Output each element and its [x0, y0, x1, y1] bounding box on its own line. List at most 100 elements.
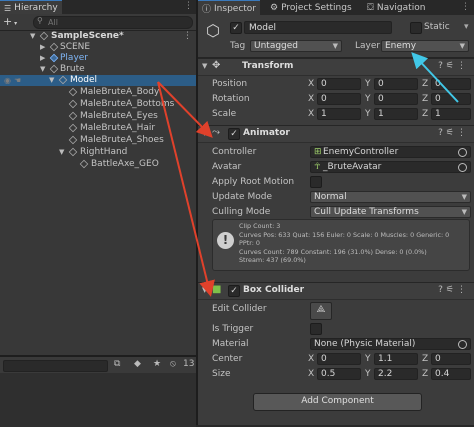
edit-collider-button[interactable]: ⟁	[310, 302, 332, 320]
tree-row-player[interactable]: ▶ Player	[0, 53, 196, 64]
favorite-star-icon[interactable]: ★	[153, 359, 161, 369]
inspector-menu-icon[interactable]: ⋮	[461, 2, 470, 12]
filter-label-icon[interactable]: ◆	[134, 359, 141, 369]
object-name-field[interactable]: Model	[244, 21, 392, 34]
scene-icon	[39, 31, 49, 41]
position-label: Position	[212, 79, 248, 89]
gameobject-cube-icon: ⬡	[206, 21, 220, 40]
expand-arrow-icon[interactable]: ▼	[59, 147, 64, 158]
scene-menu-icon[interactable]: ⋮	[183, 31, 192, 42]
object-picker-icon[interactable]	[458, 340, 467, 349]
edit-bounds-icon: ⟁	[316, 304, 326, 315]
size-x-field[interactable]: 0.5	[317, 368, 361, 380]
tab-project-settings[interactable]: ⚙ Project Settings	[270, 0, 352, 15]
tree-row-label: MaleBruteA_Bottoms	[80, 99, 175, 109]
tree-row-eyes[interactable]: MaleBruteA_Eyes	[0, 111, 196, 122]
animator-enabled-checkbox[interactable]: ✓	[228, 128, 240, 140]
object-picker-icon[interactable]	[458, 148, 467, 157]
tab-navigation[interactable]: ⛋ Navigation	[367, 0, 425, 15]
rotation-x-field[interactable]: 0	[317, 93, 361, 105]
hierarchy-tab[interactable]: ☰ Hierarchy	[0, 0, 62, 15]
tree-row-label: MaleBruteA_Hair	[80, 123, 156, 133]
component-header-icons[interactable]: ?⚟⋮	[438, 128, 469, 138]
center-x-field[interactable]: 0	[317, 353, 361, 365]
project-search-input[interactable]	[3, 360, 108, 372]
tree-row-label: Model	[70, 75, 98, 85]
tree-row-righthand[interactable]: ▼ RightHand	[0, 147, 196, 158]
scale-label: Scale	[212, 109, 237, 119]
active-checkbox[interactable]: ✓	[230, 22, 242, 34]
scale-z-field[interactable]: 1	[431, 108, 471, 120]
material-label: Material	[212, 339, 249, 349]
filter-type-icon[interactable]: ⧉	[114, 359, 120, 369]
hidden-eye-icon[interactable]: ⦸	[170, 359, 176, 369]
update-mode-dropdown[interactable]: Normal ▼	[310, 191, 471, 203]
tab-inspector[interactable]: ⓘ Inspector	[198, 0, 260, 16]
material-field[interactable]: None (Physic Material)	[310, 338, 471, 350]
component-header-icons[interactable]: ?⚟⋮	[438, 285, 469, 295]
avatar-field[interactable]: ☥ _BruteAvatar	[310, 161, 471, 173]
position-z-field[interactable]: 0	[431, 78, 471, 90]
gameobject-icon	[49, 64, 59, 74]
gameobject-icon	[68, 135, 78, 145]
controller-field[interactable]: ⊞ EnemyController	[310, 146, 471, 158]
layer-dropdown[interactable]: Enemy ▼	[381, 40, 469, 52]
expand-arrow-icon[interactable]: ▼	[49, 75, 54, 86]
tree-row-shoes[interactable]: MaleBruteA_Shoes	[0, 135, 196, 146]
box-collider-enabled-checkbox[interactable]: ✓	[228, 285, 240, 297]
root-motion-label: Apply Root Motion	[212, 177, 295, 187]
pick-hand-icon[interactable]: ☚	[14, 75, 21, 86]
add-component-button[interactable]: Add Component	[253, 393, 422, 411]
visibility-eye-icon[interactable]: ◉	[4, 75, 11, 86]
expand-arrow-icon[interactable]: ▼	[40, 64, 45, 75]
search-input[interactable]	[48, 17, 188, 28]
size-y-field[interactable]: 2.2	[374, 368, 418, 380]
tree-row-battleaxe[interactable]: BattleAxe_GEO	[0, 159, 196, 170]
animator-header[interactable]: ▼ ⤳ ✓ Animator ?⚟⋮	[198, 125, 474, 143]
tree-row-body[interactable]: MaleBruteA_Body	[0, 87, 196, 98]
tree-row-model[interactable]: ◉ ☚ ▼ Model	[0, 75, 196, 86]
hierarchy-toolbar: + ▾ ⚲	[0, 14, 196, 31]
is-trigger-checkbox[interactable]	[310, 323, 322, 335]
tree-row-brute[interactable]: ▼ Brute	[0, 64, 196, 75]
expand-arrow-icon[interactable]: ▶	[40, 53, 45, 64]
tree-row-bottoms[interactable]: MaleBruteA_Bottoms	[0, 99, 196, 110]
add-object-button[interactable]: + ▾	[3, 15, 17, 28]
tree-row-scene[interactable]: ▶ SCENE	[0, 42, 196, 53]
axis-y-label: Y	[365, 79, 371, 89]
rotation-y-field[interactable]: 0	[374, 93, 418, 105]
hierarchy-search[interactable]: ⚲	[33, 16, 193, 29]
position-x-field[interactable]: 0	[317, 78, 361, 90]
scale-y-field[interactable]: 1	[374, 108, 418, 120]
hierarchy-menu-icon[interactable]: ⋮	[184, 1, 193, 11]
tree-row-hair[interactable]: MaleBruteA_Hair	[0, 123, 196, 134]
static-dropdown-icon[interactable]: ▾	[464, 22, 469, 32]
gameobject-icon	[68, 87, 78, 97]
size-label: Size	[212, 369, 231, 379]
expand-arrow-icon[interactable]: ▼	[30, 31, 35, 42]
culling-mode-dropdown[interactable]: Cull Update Transforms ▼	[310, 206, 471, 218]
box-collider-header[interactable]: ▼ ■ ✓ Box Collider ?⚟⋮	[198, 282, 474, 300]
object-picker-icon[interactable]	[458, 163, 467, 172]
axis-x-label: X	[308, 354, 315, 364]
expand-arrow-icon[interactable]: ▼	[202, 129, 207, 137]
rotation-z-field[interactable]: 0	[431, 93, 471, 105]
center-y-field[interactable]: 1.1	[374, 353, 418, 365]
expand-arrow-icon[interactable]: ▼	[202, 286, 207, 294]
component-header-icons[interactable]: ?⚟⋮	[438, 61, 469, 71]
transform-header[interactable]: ▼ ✥ Transform ?⚟⋮	[198, 58, 474, 76]
root-motion-checkbox[interactable]	[310, 176, 322, 188]
expand-arrow-icon[interactable]: ▼	[202, 62, 207, 70]
size-z-field[interactable]: 0.4	[431, 368, 471, 380]
tree-row-samplescene[interactable]: ▼ SampleScene* ⋮	[0, 31, 196, 42]
position-y-field[interactable]: 0	[374, 78, 418, 90]
static-checkbox[interactable]	[410, 22, 422, 34]
expand-arrow-icon[interactable]: ▶	[40, 42, 45, 53]
tag-dropdown[interactable]: Untagged ▼	[250, 40, 342, 52]
scale-x-field[interactable]: 1	[317, 108, 361, 120]
center-z-field[interactable]: 0	[431, 353, 471, 365]
is-trigger-label: Is Trigger	[212, 324, 254, 334]
gameobject-icon	[68, 123, 78, 133]
gameobject-icon	[49, 42, 59, 52]
chevron-down-icon: ▾	[12, 20, 18, 27]
